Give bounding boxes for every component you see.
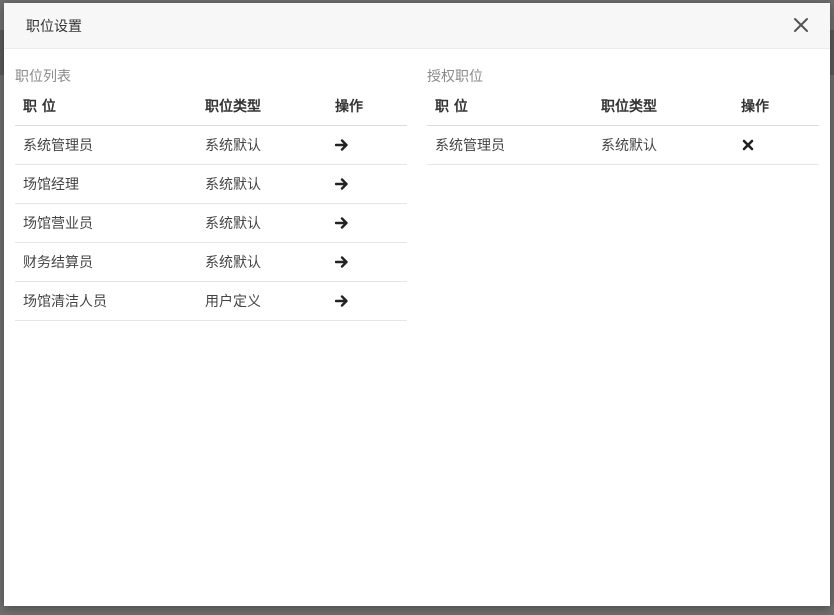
add-position-button[interactable]	[327, 281, 407, 321]
modal-title: 职位设置	[26, 19, 82, 35]
arrow-right-icon	[335, 177, 348, 190]
position-type: 系统默认	[197, 125, 327, 165]
authorized-positions-panel: 授权职位 职 位 职位类型 操作 系统管理员 系统默认	[427, 67, 819, 165]
column-header-type: 职位类型	[593, 87, 733, 126]
remove-position-button[interactable]	[733, 125, 819, 165]
arrow-right-icon	[335, 138, 348, 151]
column-header-position: 职 位	[427, 87, 593, 126]
table-header-row: 职 位 职位类型 操作	[15, 87, 407, 126]
table-row: 场馆清洁人员 用户定义	[15, 281, 407, 321]
close-icon	[794, 18, 808, 32]
authorized-positions-title: 授权职位	[427, 69, 483, 85]
close-button[interactable]	[790, 14, 812, 36]
table-row: 系统管理员 系统默认	[15, 125, 407, 165]
position-type: 系统默认	[593, 125, 733, 165]
arrow-right-icon	[335, 255, 348, 268]
position-settings-modal: 职位设置 职位列表 职 位 职位类型 操作 系统管理员 系统默认 场馆经理 系统…	[4, 3, 830, 606]
position-type: 系统默认	[197, 203, 327, 243]
position-name: 系统管理员	[15, 125, 197, 165]
column-header-position: 职 位	[15, 87, 197, 126]
position-type: 系统默认	[197, 164, 327, 204]
position-name: 场馆经理	[15, 164, 197, 204]
position-name: 场馆清洁人员	[15, 281, 197, 321]
authorized-positions-table: 职 位 职位类型 操作 系统管理员 系统默认	[427, 87, 819, 165]
table-row: 财务结算员 系统默认	[15, 242, 407, 282]
table-row: 系统管理员 系统默认	[427, 125, 819, 165]
arrow-right-icon	[335, 216, 348, 229]
position-type: 系统默认	[197, 242, 327, 282]
add-position-button[interactable]	[327, 164, 407, 204]
position-name: 系统管理员	[427, 125, 593, 165]
table-header-row: 职 位 职位类型 操作	[427, 87, 819, 126]
position-list-panel: 职位列表 职 位 职位类型 操作 系统管理员 系统默认 场馆经理 系统默认 场馆…	[15, 67, 407, 321]
arrow-right-icon	[335, 294, 348, 307]
position-list-title: 职位列表	[15, 69, 71, 85]
add-position-button[interactable]	[327, 125, 407, 165]
position-type: 用户定义	[197, 281, 327, 321]
table-row: 场馆营业员 系统默认	[15, 203, 407, 243]
position-name: 财务结算员	[15, 242, 197, 282]
add-position-button[interactable]	[327, 242, 407, 282]
position-name: 场馆营业员	[15, 203, 197, 243]
column-header-type: 职位类型	[197, 87, 327, 126]
position-list-table: 职 位 职位类型 操作 系统管理员 系统默认 场馆经理 系统默认 场馆营业员 系…	[15, 87, 407, 321]
table-row: 场馆经理 系统默认	[15, 164, 407, 204]
modal-header: 职位设置	[4, 3, 830, 49]
column-header-action: 操作	[327, 87, 407, 126]
add-position-button[interactable]	[327, 203, 407, 243]
remove-icon	[742, 139, 754, 150]
column-header-action: 操作	[733, 87, 819, 126]
